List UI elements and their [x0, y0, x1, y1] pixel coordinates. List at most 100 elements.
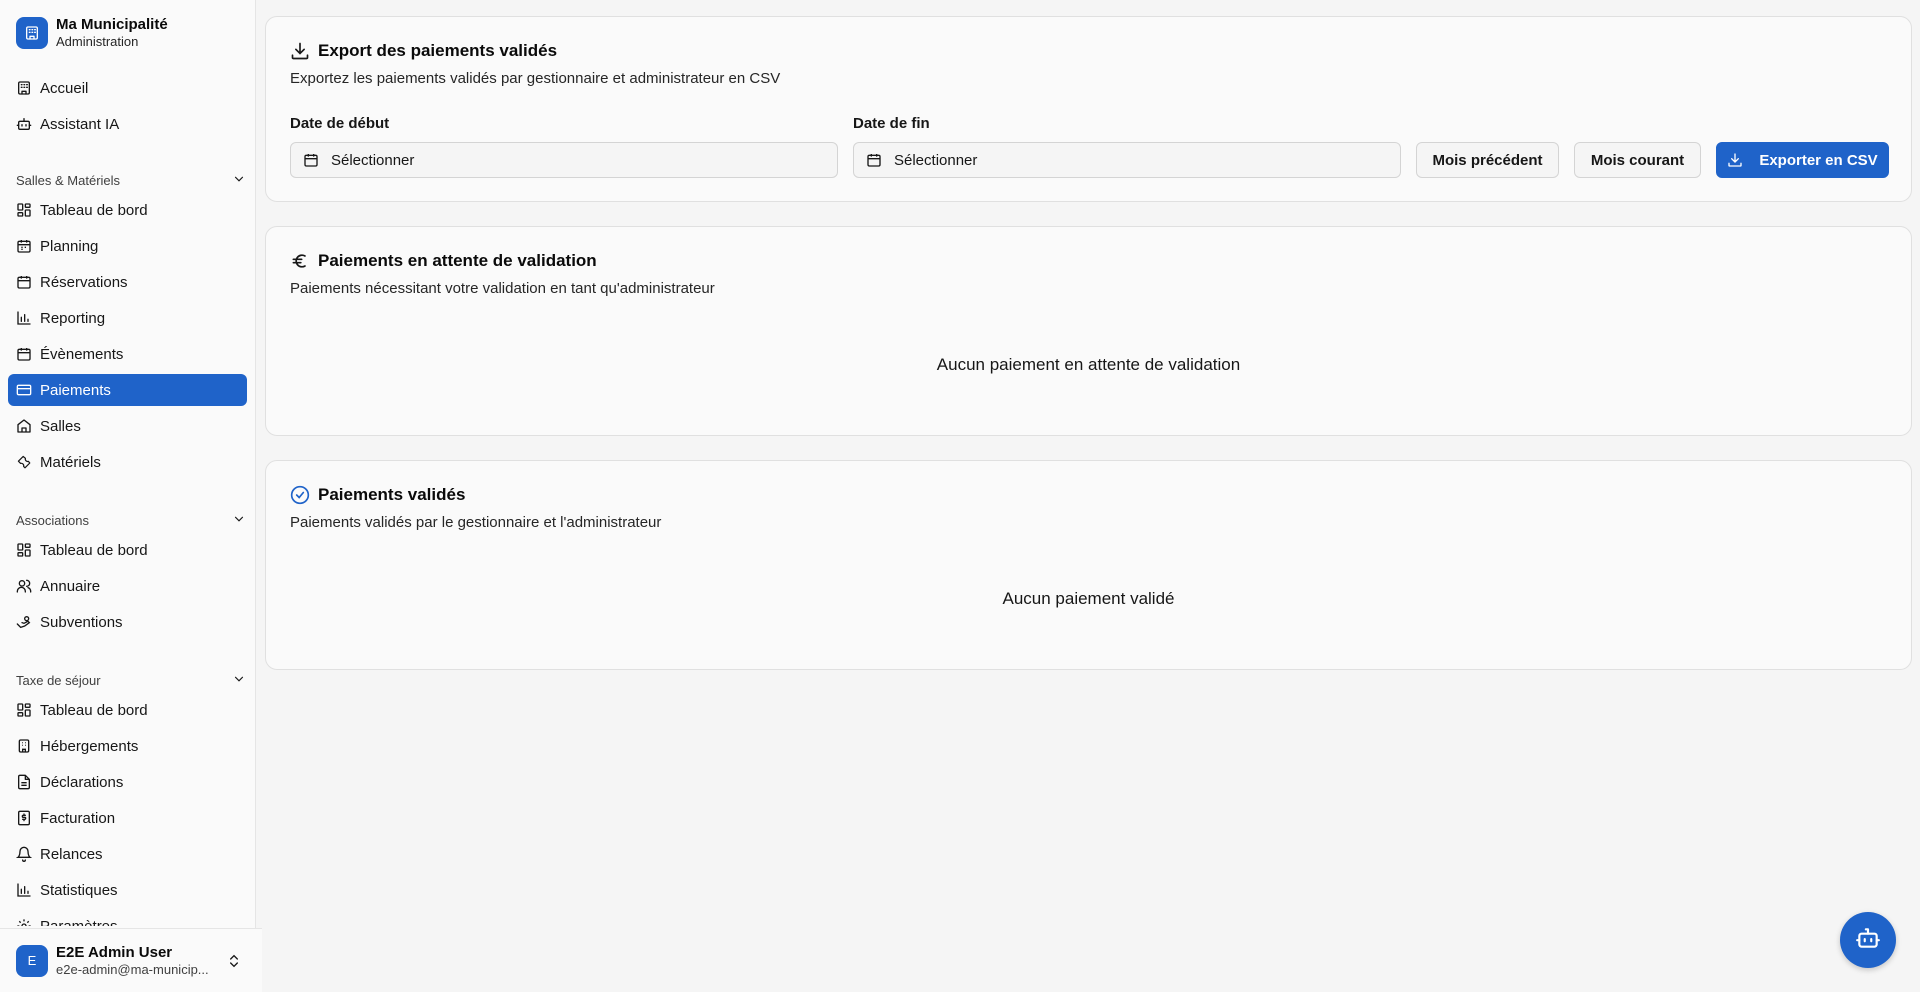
building-icon	[16, 80, 32, 96]
previous-month-button[interactable]: Mois précédent	[1416, 142, 1559, 178]
bell-icon	[16, 846, 32, 862]
check-circle-icon	[290, 485, 310, 505]
validated-title: Paiements validés	[290, 485, 465, 505]
sidebar-item-label: Paramètres	[40, 917, 118, 927]
pending-description: Paiements nécessitant votre validation e…	[290, 280, 715, 297]
home-icon	[16, 418, 32, 434]
group-label-taxe[interactable]: Taxe de séjour	[16, 670, 246, 690]
sidebar-item-evenements[interactable]: Évènements	[8, 338, 247, 370]
bot-icon	[16, 116, 32, 132]
sidebar-item-label: Salles	[40, 417, 81, 435]
validated-description: Paiements validés par le gestionnaire et…	[290, 514, 662, 531]
end-date-value: Sélectionner	[894, 151, 978, 169]
chevron-down-icon	[232, 672, 246, 689]
sidebar-item-facturation[interactable]: Facturation	[8, 802, 247, 834]
sidebar-item-annuaire[interactable]: Annuaire	[8, 570, 247, 602]
file-icon	[16, 774, 32, 790]
validated-payments-card: Paiements validés Paiements validés par …	[265, 460, 1912, 670]
sidebar-item-label: Annuaire	[40, 577, 101, 595]
sidebar-item-label: Statistiques	[40, 881, 118, 899]
dashboard-icon	[16, 202, 32, 218]
pending-empty-state: Aucun paiement en attente de validation	[936, 355, 1241, 374]
sidebar-item-subventions[interactable]: Subventions	[8, 606, 247, 638]
credit-card-icon	[16, 382, 32, 398]
sidebar-item-salles-dashboard[interactable]: Tableau de bord	[8, 194, 247, 226]
bot-icon	[1855, 925, 1881, 956]
user-menu[interactable]: E E2E Admin User e2e-admin@ma-municip...	[0, 928, 262, 992]
sidebar-item-label: Évènements	[40, 345, 124, 363]
sidebar-item-associations-dashboard[interactable]: Tableau de bord	[8, 534, 247, 566]
export-csv-label: Exporter en CSV	[1759, 151, 1878, 169]
start-date-label: Date de début	[290, 115, 390, 132]
sidebar-item-label: Déclarations	[40, 773, 124, 791]
calendar-icon	[866, 152, 882, 168]
sidebar-item-label: Tableau de bord	[40, 541, 148, 559]
group-label-text: Salles & Matériels	[16, 172, 121, 188]
sidebar-item-label: Relances	[40, 845, 103, 863]
end-date-picker[interactable]: Sélectionner	[853, 142, 1401, 178]
sidebar-item-reporting[interactable]: Reporting	[8, 302, 247, 334]
download-icon	[1727, 152, 1743, 168]
chevron-down-icon	[232, 512, 246, 529]
sidebar-item-label: Paiements	[40, 381, 111, 399]
start-date-picker[interactable]: Sélectionner	[290, 142, 838, 178]
sidebar-item-label: Facturation	[40, 809, 116, 827]
sidebar-item-label: Tableau de bord	[40, 701, 148, 719]
brand-title: Ma Municipalité	[56, 16, 168, 33]
avatar: E	[16, 944, 48, 977]
group-label-associations[interactable]: Associations	[16, 510, 246, 530]
sidebar-item-hebergements[interactable]: Hébergements	[8, 730, 247, 762]
users-icon	[16, 578, 32, 594]
calendar-icon	[16, 238, 32, 254]
sidebar-item-parametres[interactable]: Paramètres	[8, 910, 247, 926]
sidebar-item-label: Tableau de bord	[40, 201, 148, 219]
group-label-text: Associations	[16, 512, 89, 528]
sidebar-item-label: Assistant IA	[40, 115, 120, 133]
sidebar-item-statistiques[interactable]: Statistiques	[8, 874, 247, 906]
sidebar-item-relances[interactable]: Relances	[8, 838, 247, 870]
calendar-icon	[16, 274, 32, 290]
sidebar-item-planning[interactable]: Planning	[8, 230, 247, 262]
sidebar-item-paiements[interactable]: Paiements	[8, 374, 247, 406]
sidebar-item-assistant[interactable]: Assistant IA	[8, 108, 247, 140]
pending-title: Paiements en attente de validation	[290, 251, 597, 271]
sidebar-item-taxe-dashboard[interactable]: Tableau de bord	[8, 694, 247, 726]
export-csv-button[interactable]: Exporter en CSV	[1716, 142, 1889, 178]
validated-title-text: Paiements validés	[318, 485, 466, 504]
end-date-label: Date de fin	[853, 115, 930, 132]
group-label-text: Taxe de séjour	[16, 672, 101, 688]
chevrons-up-down-icon	[226, 953, 242, 969]
sidebar-item-label: Accueil	[40, 79, 89, 97]
sidebar-item-declarations[interactable]: Déclarations	[8, 766, 247, 798]
group-label-salles[interactable]: Salles & Matériels	[16, 170, 246, 190]
sidebar-item-salles[interactable]: Salles	[8, 410, 247, 442]
sidebar-item-reservations[interactable]: Réservations	[8, 266, 247, 298]
pending-payments-card: Paiements en attente de validation Paiem…	[265, 226, 1912, 436]
export-title-text: Export des paiements validés	[318, 41, 558, 60]
dashboard-icon	[16, 702, 32, 718]
sidebar-item-label: Reporting	[40, 309, 106, 327]
sidebar-item-label: Subventions	[40, 613, 123, 631]
pending-title-text: Paiements en attente de validation	[318, 251, 597, 270]
bar-chart-icon	[16, 882, 32, 898]
building-icon	[16, 17, 48, 49]
start-date-value: Sélectionner	[331, 151, 415, 169]
sidebar-item-accueil[interactable]: Accueil	[8, 72, 247, 104]
sidebar-item-label: Réservations	[40, 273, 128, 291]
user-name: E2E Admin User	[56, 943, 173, 961]
current-month-button[interactable]: Mois courant	[1574, 142, 1701, 178]
euro-icon	[290, 251, 310, 271]
brand[interactable]: Ma Municipalité Administration	[16, 16, 168, 50]
building-icon	[16, 738, 32, 754]
assistant-fab-button[interactable]	[1840, 912, 1896, 968]
brand-subtitle: Administration	[56, 34, 139, 49]
sidebar-item-label: Matériels	[40, 453, 101, 471]
sidebar-item-materiels[interactable]: Matériels	[8, 446, 247, 478]
export-description: Exportez les paiements validés par gesti…	[290, 70, 781, 87]
calendar-icon	[303, 152, 319, 168]
calendar-icon	[16, 346, 32, 362]
validated-empty-state: Aucun paiement validé	[1002, 589, 1175, 608]
bar-chart-icon	[16, 310, 32, 326]
hand-coins-icon	[16, 614, 32, 630]
user-email: e2e-admin@ma-municip...	[56, 961, 209, 977]
